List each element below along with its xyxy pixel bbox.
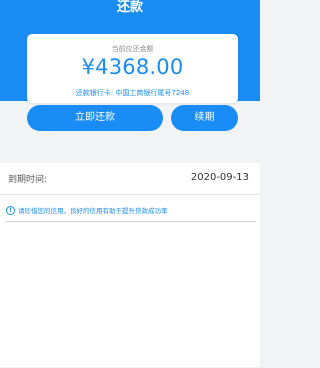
due-amount-label: 当前应还金额 — [111, 45, 154, 53]
due-date-value: 2020-09-13 — [190, 172, 249, 183]
info-icon: ! — [6, 205, 15, 215]
repay-now-button[interactable]: 立即还款 — [27, 105, 163, 131]
credit-tip-text: 请珍惜您的信用，良好的信用有助于提升贷款成功率 — [18, 207, 168, 215]
renew-button[interactable]: 续期 — [171, 105, 238, 131]
amount-card: 当前应还金额 ¥4368.00 还款银行卡: 中国工商银行尾号7248 — [27, 34, 238, 103]
page-title: 还款 — [116, 0, 143, 15]
repayment-bank-card: 还款银行卡: 中国工商银行尾号7248 — [75, 89, 190, 97]
tip-section: ! 请珍惜您的信用，良好的信用有助于提升贷款成功率 — [0, 195, 260, 367]
tip-divider — [6, 221, 256, 222]
due-date-row: 到期时间: 2020-09-13 — [0, 163, 260, 195]
due-date-label: 到期时间: — [8, 175, 48, 185]
credit-tip: ! 请珍惜您的信用，良好的信用有助于提升贷款成功率 — [6, 204, 168, 216]
due-amount: ¥4368.00 — [81, 55, 184, 79]
